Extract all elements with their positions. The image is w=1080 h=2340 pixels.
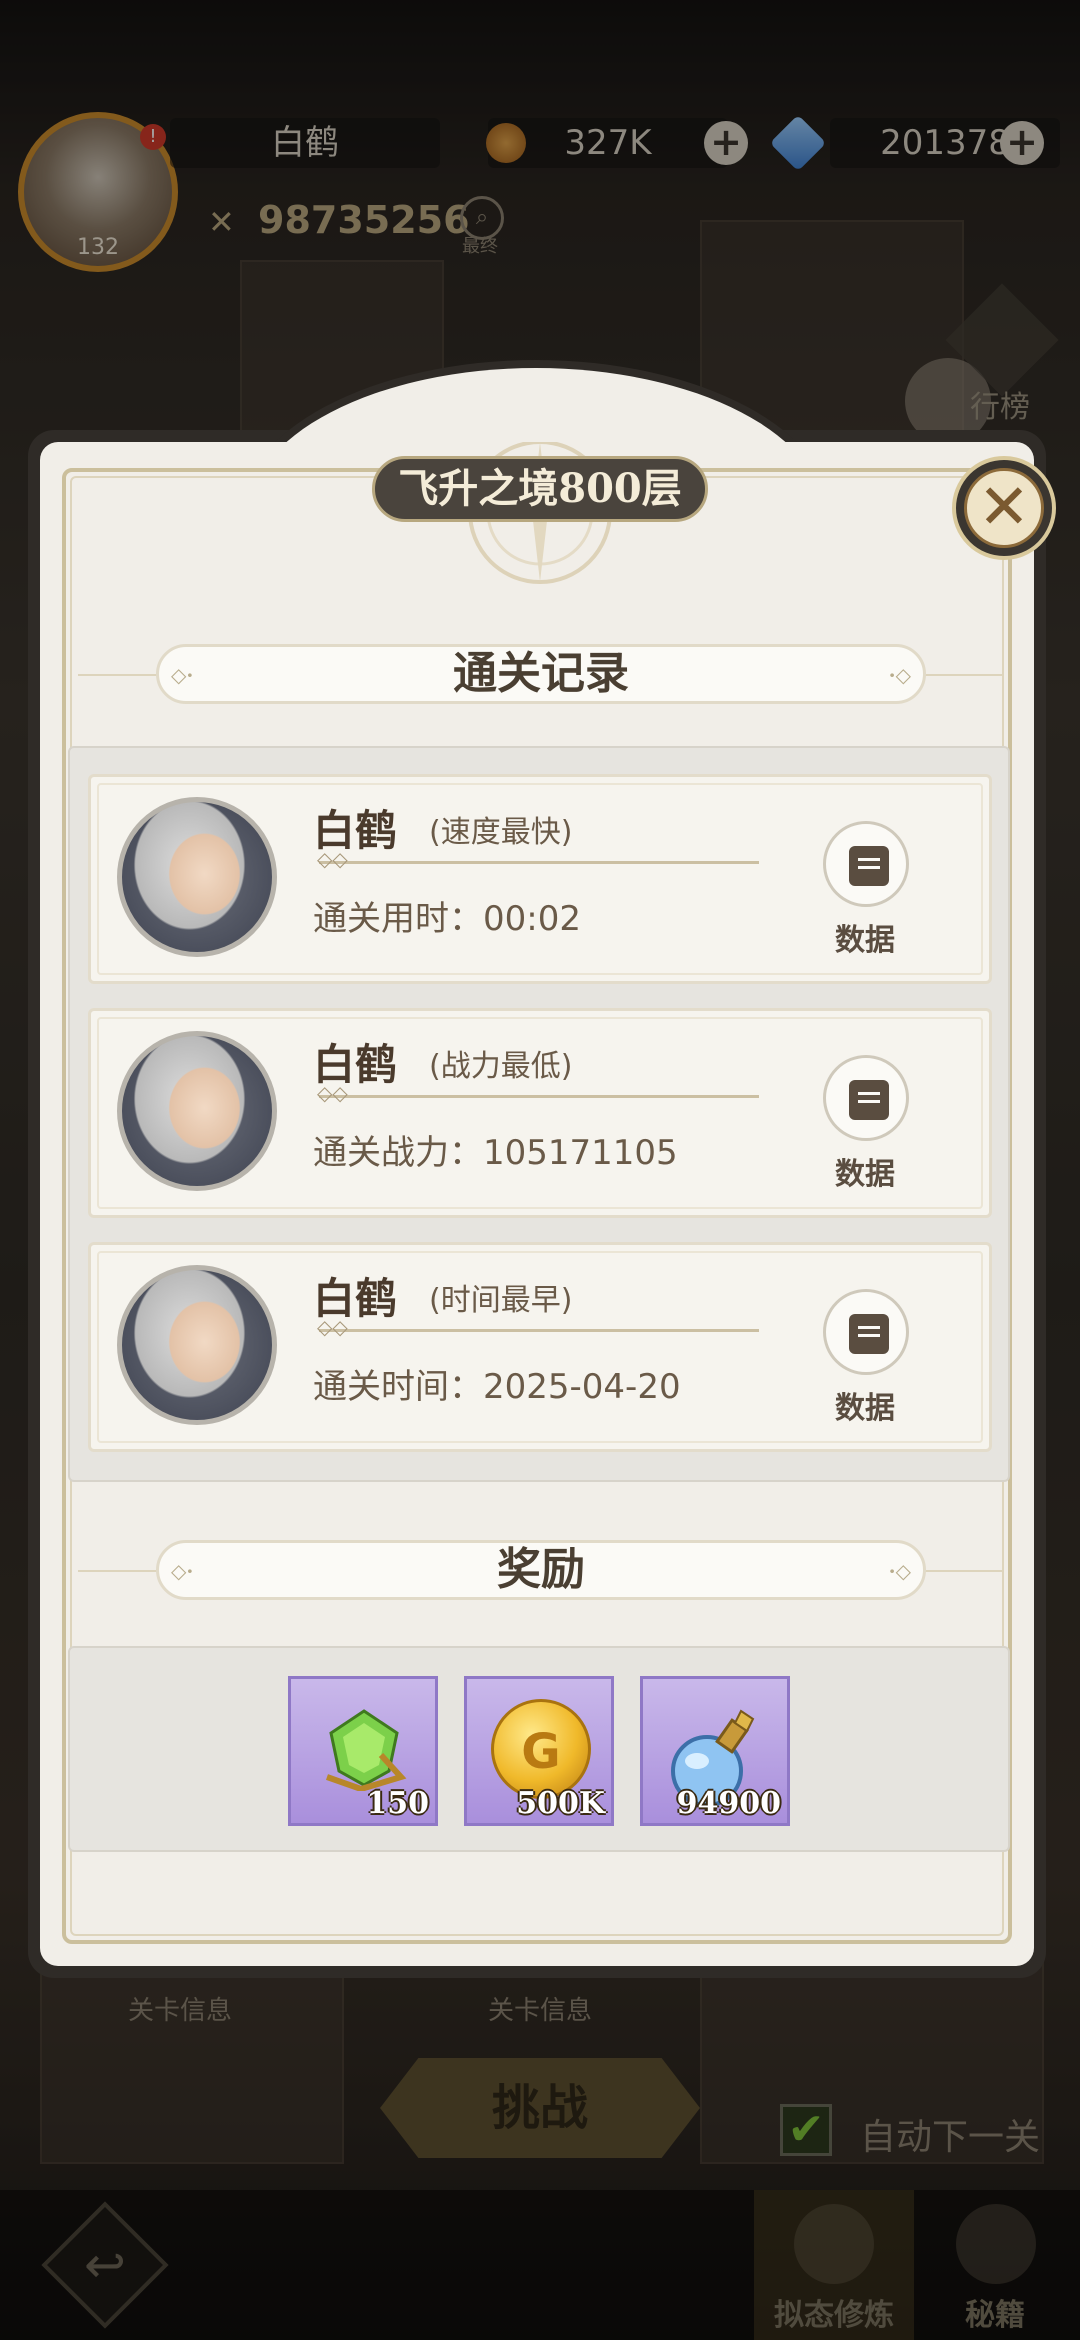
record-card: 白鹤 (时间最早) ◇◇ 通关时间：2025-04-20 数据 bbox=[88, 1242, 992, 1452]
divider bbox=[319, 1329, 759, 1332]
records-heading-text: 通关记录 bbox=[453, 648, 629, 699]
record-tag: (战力最低) bbox=[429, 1049, 573, 1084]
reward-item[interactable]: 150 bbox=[288, 1676, 438, 1826]
ornament-icon: ◇◇ bbox=[317, 847, 348, 871]
reward-count: 150 bbox=[366, 1786, 429, 1821]
ornament-icon: ◇· bbox=[171, 663, 194, 687]
modal-title: 飞升之境800层 bbox=[372, 456, 708, 522]
ornament-icon: ·◇ bbox=[888, 1559, 911, 1583]
gold-coin-icon: G bbox=[491, 1699, 591, 1799]
record-card: 白鹤 (速度最快) ◇◇ 通关用时：00:02 数据 bbox=[88, 774, 992, 984]
ornament-icon: ◇· bbox=[171, 1559, 194, 1583]
record-tag: (速度最快) bbox=[429, 815, 573, 850]
green-gem-icon bbox=[326, 1709, 407, 1791]
records-heading: ◇· 通关记录 ·◇ bbox=[156, 644, 926, 704]
document-icon bbox=[849, 1314, 889, 1354]
data-button[interactable] bbox=[823, 1289, 909, 1375]
record-tag: (时间最早) bbox=[429, 1283, 573, 1318]
record-stat: 通关用时：00:02 bbox=[313, 899, 581, 939]
data-label[interactable]: 数据 bbox=[835, 1383, 895, 1427]
close-icon: ✕ bbox=[964, 468, 1044, 548]
data-label[interactable]: 数据 bbox=[835, 1149, 895, 1193]
divider bbox=[78, 674, 168, 676]
record-card: 白鹤 (战力最低) ◇◇ 通关战力：105171105 数据 bbox=[88, 1008, 992, 1218]
close-button[interactable]: ✕ bbox=[952, 456, 1056, 560]
rewards-heading: ◇· 奖励 ·◇ bbox=[156, 1540, 926, 1600]
ornament-icon: ·◇ bbox=[888, 663, 911, 687]
data-label[interactable]: 数据 bbox=[835, 915, 895, 959]
record-stat: 通关战力：105171105 bbox=[313, 1133, 678, 1173]
data-button[interactable] bbox=[823, 821, 909, 907]
avatar[interactable] bbox=[117, 1031, 277, 1191]
divider bbox=[78, 1570, 168, 1572]
ornament-icon: ◇◇ bbox=[317, 1315, 348, 1339]
document-icon bbox=[849, 846, 889, 886]
avatar[interactable] bbox=[117, 1265, 277, 1425]
divider bbox=[319, 1095, 759, 1098]
ornament-icon: ◇◇ bbox=[317, 1081, 348, 1105]
reward-count: 500K bbox=[516, 1786, 605, 1821]
reward-item[interactable]: G 500K bbox=[464, 1676, 614, 1826]
data-button[interactable] bbox=[823, 1055, 909, 1141]
avatar[interactable] bbox=[117, 797, 277, 957]
reward-item[interactable]: 94900 bbox=[640, 1676, 790, 1826]
rewards-heading-text: 奖励 bbox=[497, 1544, 585, 1595]
divider bbox=[319, 861, 759, 864]
document-icon bbox=[849, 1080, 889, 1120]
reward-count: 94900 bbox=[676, 1786, 781, 1821]
record-stat: 通关时间：2025-04-20 bbox=[313, 1367, 681, 1407]
